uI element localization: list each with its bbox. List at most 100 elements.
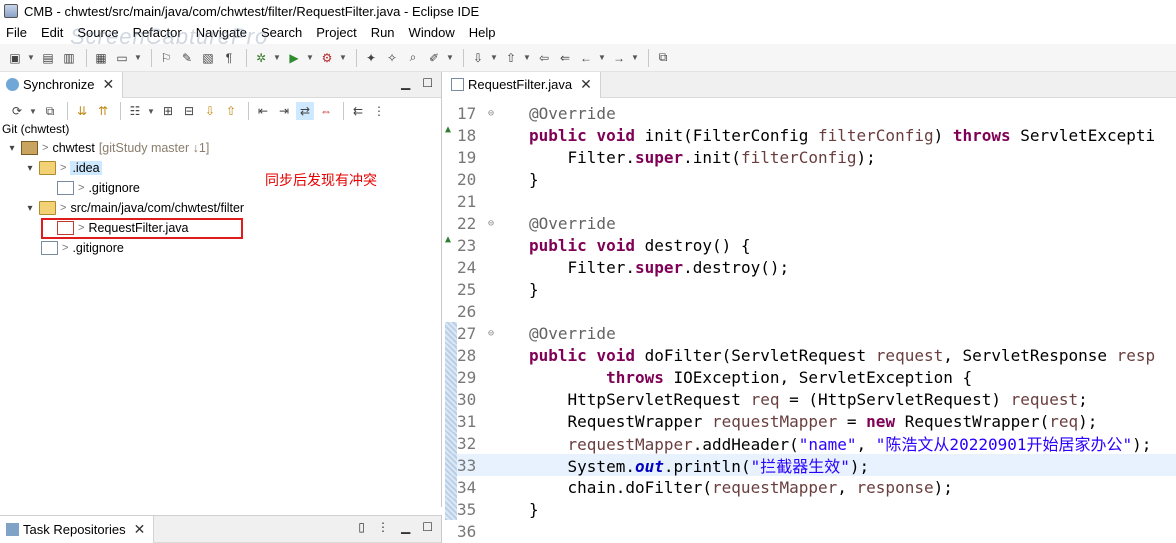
menu-file[interactable]: File xyxy=(6,25,27,40)
close-icon[interactable]: ✕ xyxy=(103,76,115,93)
code-text: public void doFilter(ServletRequest requ… xyxy=(529,345,1156,365)
forward-dropdown-icon[interactable]: ▼ xyxy=(631,49,639,67)
line-number: 30 xyxy=(457,389,477,409)
toggle-breadcrumb-icon[interactable]: ⚐ xyxy=(157,49,175,67)
fold-icon[interactable]: ⊖ xyxy=(485,328,497,339)
toolbar-separator xyxy=(246,48,247,67)
tree-node-root-gitignore[interactable]: > .gitignore xyxy=(0,238,441,258)
open-type-icon[interactable]: ✦ xyxy=(362,49,380,67)
close-icon[interactable]: ✕ xyxy=(134,521,146,538)
external-tools-icon[interactable]: ⚙ xyxy=(318,49,336,67)
fold-icon[interactable]: ⊖ xyxy=(485,108,497,119)
pin-editor-icon[interactable]: ⧉ xyxy=(654,49,672,67)
code-text: HttpServletRequest req = (HttpServletReq… xyxy=(567,389,1088,409)
debug-dropdown-icon[interactable]: ▼ xyxy=(273,49,281,67)
menu-edit[interactable]: Edit xyxy=(41,25,63,40)
line-number: 25 xyxy=(457,279,477,299)
eclipse-app-icon xyxy=(4,4,18,18)
fold-icon[interactable]: ⊖ xyxy=(485,218,497,229)
view-menu-icon[interactable]: ⋮ xyxy=(370,102,388,120)
chevron-down-icon[interactable]: ▾ xyxy=(24,203,36,214)
tree-node-label: chwtest xyxy=(52,141,95,155)
back-icon[interactable]: ⇐ xyxy=(556,49,574,67)
link-with-editor-icon[interactable]: ⇇ xyxy=(349,102,367,120)
block-select-icon[interactable]: ▧ xyxy=(199,49,217,67)
search-icon[interactable]: ⌕ xyxy=(404,49,422,67)
tree-node-project[interactable]: ▾ > chwtest [gitStudy master ↓1] xyxy=(0,138,441,158)
terminal-icon[interactable]: ▭ xyxy=(113,49,131,67)
prev-annotation-dropdown-icon[interactable]: ▼ xyxy=(523,49,531,67)
tab-synchronize[interactable]: Synchronize ✕ xyxy=(0,71,124,98)
both-mode-icon[interactable]: ⇄ xyxy=(296,102,314,120)
open-resource-icon[interactable]: ✐ xyxy=(425,49,443,67)
add-repository-icon[interactable]: ▯ xyxy=(358,520,365,534)
run-icon[interactable]: ▶ xyxy=(285,49,303,67)
next-annotation-icon[interactable]: ⇩ xyxy=(469,49,487,67)
next-annotation-dropdown-icon[interactable]: ▼ xyxy=(490,49,498,67)
code-line: 36 xyxy=(445,520,1176,542)
pin-icon[interactable]: ⧉ xyxy=(41,102,59,120)
change-bar xyxy=(445,366,457,388)
menu-project[interactable]: Project xyxy=(316,25,356,40)
back-arrow-icon[interactable]: ← xyxy=(577,49,595,67)
back-dropdown-icon[interactable]: ▼ xyxy=(598,49,606,67)
menu-refactor[interactable]: Refactor xyxy=(133,25,182,40)
chevron-down-icon[interactable]: ▾ xyxy=(24,163,36,174)
code-editor[interactable]: 17 ⊖ @Override ▲ 18 public void init(Fil… xyxy=(445,102,1176,543)
line-number: 22 xyxy=(457,213,477,233)
minimize-icon[interactable]: ▁ xyxy=(401,520,410,534)
code-text: Filter.super.destroy(); xyxy=(567,257,790,277)
new-icon[interactable]: ▣ xyxy=(6,49,24,67)
incoming-mode-icon[interactable]: ⇤ xyxy=(254,102,272,120)
chevron-down-icon[interactable]: ▾ xyxy=(6,143,18,154)
task-repositories-tabbar: Task Repositories ✕ ▯ ⋮ ▁ ☐ xyxy=(0,515,441,543)
minimize-icon[interactable]: ▁ xyxy=(401,76,410,90)
tab-task-repositories[interactable]: Task Repositories ✕ xyxy=(0,515,155,543)
presentation-dropdown-icon[interactable]: ▼ xyxy=(147,102,155,120)
line-number: 36 xyxy=(457,521,477,541)
code-text: requestMapper.addHeader("name", "陈浩文从202… xyxy=(567,435,1152,454)
new-dropdown-icon[interactable]: ▼ xyxy=(27,49,35,67)
menu-window[interactable]: Window xyxy=(409,25,455,40)
view-menu-icon[interactable]: ⋮ xyxy=(377,520,389,534)
print-icon[interactable]: ▦ xyxy=(92,49,110,67)
terminal-dropdown-icon[interactable]: ▼ xyxy=(134,49,142,67)
menu-search[interactable]: Search xyxy=(261,25,302,40)
tab-requestfilter[interactable]: RequestFilter.java ✕ xyxy=(445,71,601,98)
prev-annotation-icon[interactable]: ⇧ xyxy=(502,49,520,67)
debug-icon[interactable]: ✲ xyxy=(252,49,270,67)
last-edit-icon[interactable]: ⇦ xyxy=(535,49,553,67)
next-difference-icon[interactable]: ⇩ xyxy=(201,102,219,120)
save-all-icon[interactable]: ▥ xyxy=(60,49,78,67)
code-line: 19 Filter.super.init(filterConfig); xyxy=(445,146,1176,168)
menu-source[interactable]: Source xyxy=(77,25,118,40)
collapse-all-icon[interactable]: ⊟ xyxy=(180,102,198,120)
expand-all-icon[interactable]: ⊞ xyxy=(159,102,177,120)
outgoing-mode-icon[interactable]: ⇥ xyxy=(275,102,293,120)
forward-arrow-icon[interactable]: → xyxy=(610,49,628,67)
synchronize-icon[interactable]: ⟳ xyxy=(8,102,26,120)
presentation-icon[interactable]: ☷ xyxy=(126,102,144,120)
menu-run[interactable]: Run xyxy=(371,25,395,40)
save-icon[interactable]: ▤ xyxy=(39,49,57,67)
whitespace-icon[interactable]: ¶ xyxy=(220,49,238,67)
code-line: 17 ⊖ @Override xyxy=(445,102,1176,124)
synchronize-dropdown-icon[interactable]: ▼ xyxy=(29,102,37,120)
push-icon[interactable]: ⇈ xyxy=(94,102,112,120)
external-tools-dropdown-icon[interactable]: ▼ xyxy=(339,49,347,67)
maximize-icon[interactable]: ☐ xyxy=(422,76,433,90)
open-task-icon[interactable]: ✧ xyxy=(383,49,401,67)
tree-node-filter-package[interactable]: ▾ > src/main/java/com/chwtest/filter xyxy=(0,198,441,218)
pull-icon[interactable]: ⇊ xyxy=(73,102,91,120)
line-number: 35 xyxy=(457,499,477,519)
maximize-icon[interactable]: ☐ xyxy=(422,520,433,534)
run-dropdown-icon[interactable]: ▼ xyxy=(306,49,314,67)
sync-label: Git (chwtest) xyxy=(2,122,70,136)
conflicts-mode-icon[interactable]: ⇔ xyxy=(317,102,335,120)
toggle-mark-icon[interactable]: ✎ xyxy=(178,49,196,67)
close-icon[interactable]: ✕ xyxy=(580,76,592,93)
previous-difference-icon[interactable]: ⇧ xyxy=(222,102,240,120)
menu-help[interactable]: Help xyxy=(469,25,496,40)
menu-navigate[interactable]: Navigate xyxy=(196,25,247,40)
open-resource-dropdown-icon[interactable]: ▼ xyxy=(446,49,454,67)
